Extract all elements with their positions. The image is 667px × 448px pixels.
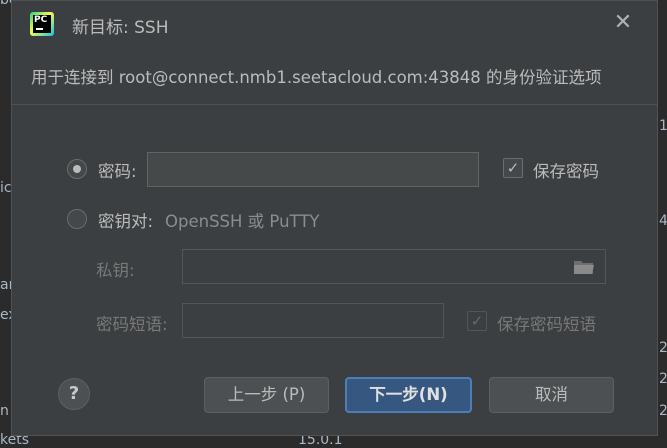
background-text: 2 <box>659 340 667 356</box>
header-divider <box>12 104 657 105</box>
help-icon: ? <box>68 383 80 404</box>
background-text: n <box>0 403 9 419</box>
passphrase-label: 密码短语: <box>96 315 168 334</box>
dialog-title: 新目标: SSH <box>72 18 169 38</box>
save-passphrase-label: 保存密码短语 <box>497 315 596 334</box>
check-icon: ✓ <box>506 159 520 177</box>
next-button[interactable]: 下一步(N) <box>345 377 472 413</box>
folder-icon[interactable] <box>573 258 595 276</box>
previous-button[interactable]: 上一步 (P) <box>204 377 329 413</box>
background-text: 1 <box>659 118 667 134</box>
close-icon[interactable]: ✕ <box>610 11 636 37</box>
keypair-format-label: OpenSSH 或 PuTTY <box>165 212 320 231</box>
passphrase-input[interactable] <box>182 303 444 338</box>
cancel-button[interactable]: 取消 <box>489 377 614 413</box>
check-icon: ✓ <box>470 312 484 330</box>
ssh-target-dialog: PC 新目标: SSH ✕ 用于连接到 root@connect.nmb1.se… <box>11 0 658 436</box>
app-icon: PC <box>30 12 54 36</box>
password-radio[interactable] <box>67 159 87 179</box>
keypair-radio[interactable] <box>67 209 87 229</box>
background-text: ic <box>0 180 12 196</box>
password-input[interactable] <box>147 152 479 187</box>
save-passphrase-checkbox[interactable]: ✓ <box>467 311 487 331</box>
background-text: 4 <box>659 213 667 229</box>
help-button[interactable]: ? <box>58 378 90 410</box>
keypair-label: 密钥对: <box>98 212 154 231</box>
private-key-input[interactable] <box>182 249 606 284</box>
private-key-label: 私钥: <box>96 261 135 280</box>
save-password-label: 保存密码 <box>533 162 599 181</box>
password-label: 密码: <box>98 162 137 181</box>
background-text: 2 <box>659 371 667 387</box>
save-password-checkbox[interactable]: ✓ <box>503 158 523 178</box>
dialog-titlebar[interactable]: PC 新目标: SSH ✕ <box>12 1 657 47</box>
dialog-subtitle: 用于连接到 root@connect.nmb1.seetacloud.com:4… <box>31 68 602 87</box>
background-text: 2 <box>659 403 667 419</box>
